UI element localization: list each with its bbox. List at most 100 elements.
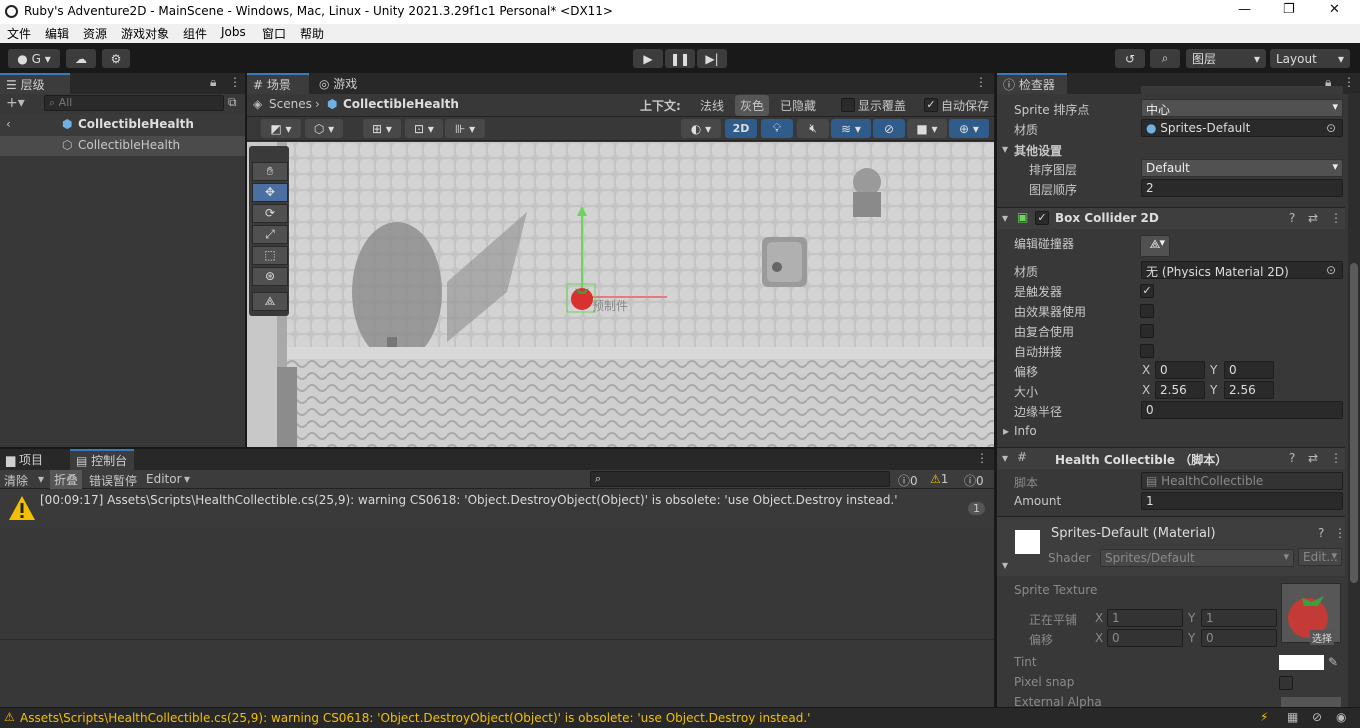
- more-icon[interactable]: ⋮: [1343, 75, 1355, 89]
- pixel-snap-checkbox[interactable]: [1279, 676, 1293, 690]
- custom-tool[interactable]: ⟁: [252, 292, 288, 311]
- edit-shader-button[interactable]: Edit...: [1298, 548, 1342, 566]
- help-icon[interactable]: ?: [1289, 211, 1295, 225]
- gizmos-dropdown[interactable]: ⊕ ▾: [949, 119, 989, 138]
- lighting-toggle[interactable]: 💡︎: [761, 119, 793, 138]
- more-icon[interactable]: ⋮: [229, 75, 241, 89]
- more-icon[interactable]: ⋮: [976, 451, 988, 465]
- menu-assets[interactable]: 资源: [83, 25, 107, 42]
- audio-toggle[interactable]: 🔇︎: [797, 119, 829, 138]
- sprite-pivot-dropdown[interactable]: 中心: [1141, 99, 1343, 117]
- collab-button[interactable]: ⚙: [102, 49, 130, 68]
- size-x-input[interactable]: 2.56: [1155, 381, 1205, 399]
- order-in-layer-input[interactable]: 2: [1141, 179, 1343, 197]
- menu-jobs[interactable]: Jobs: [221, 25, 246, 39]
- health-collectible-header[interactable]: ▾ # Health Collectible （脚本） ? ⇄ ⋮: [997, 447, 1345, 469]
- used-by-effector-checkbox[interactable]: [1140, 304, 1154, 318]
- grid-visibility-dropdown[interactable]: ⊡ ▾: [405, 119, 443, 138]
- shader-dropdown[interactable]: Sprites/Default: [1100, 549, 1294, 567]
- auto-tiling-checkbox[interactable]: [1140, 344, 1154, 358]
- play-button[interactable]: ▶: [633, 49, 663, 68]
- tab-console[interactable]: ▤ 控制台: [70, 449, 134, 470]
- offset-x-input[interactable]: 0: [1155, 361, 1205, 379]
- is-trigger-checkbox[interactable]: ✓: [1140, 284, 1154, 298]
- object-picker-icon[interactable]: ⊙: [1326, 121, 1336, 135]
- toggle-2d-button[interactable]: 2D: [725, 119, 757, 138]
- more-icon[interactable]: ⋮: [1330, 211, 1342, 225]
- scene-options-icon[interactable]: ⧉: [228, 95, 237, 110]
- move-tool[interactable]: ✥: [252, 183, 288, 202]
- rect-tool[interactable]: ⬚: [252, 246, 288, 265]
- rotate-tool[interactable]: ⟳: [252, 204, 288, 223]
- texture-offset-x-input[interactable]: 0: [1107, 629, 1183, 647]
- effects-dropdown[interactable]: ≋ ▾: [831, 119, 871, 138]
- transform-tool[interactable]: ⊛: [252, 267, 288, 286]
- tab-game[interactable]: ◎ 游戏: [313, 73, 373, 94]
- hierarchy-root-row[interactable]: ‹ ⬢ CollectibleHealth: [0, 114, 245, 136]
- search-button[interactable]: ⌕: [1150, 49, 1180, 68]
- maximize-button[interactable]: ❐: [1283, 2, 1295, 17]
- hand-tool[interactable]: ✋︎: [252, 162, 288, 181]
- status-message[interactable]: Assets\Scripts\HealthCollectible.cs(25,9…: [20, 711, 810, 725]
- overlay-checkbox[interactable]: [841, 98, 855, 112]
- menu-gameobject[interactable]: 游戏对象: [121, 25, 169, 42]
- menu-component[interactable]: 组件: [183, 25, 207, 42]
- scene-viewport[interactable]: 预制件 ✋︎ ✥ ⟳ ⤢ ⬚ ⊛ ⟁: [247, 142, 994, 447]
- external-alpha-slot[interactable]: [1281, 697, 1341, 707]
- cloud-button[interactable]: ☁: [66, 49, 96, 68]
- sorting-layer-dropdown[interactable]: Default: [1141, 159, 1343, 177]
- editor-dropdown[interactable]: Editor: [146, 472, 182, 486]
- object-picker-icon[interactable]: ⊙: [1326, 263, 1336, 277]
- physics-material-field[interactable]: 无 (Physics Material 2D): [1141, 261, 1343, 279]
- render-mode-dropdown[interactable]: ◐ ▾: [681, 119, 721, 138]
- used-by-composite-checkbox[interactable]: [1140, 324, 1154, 338]
- tint-color-swatch[interactable]: [1279, 655, 1324, 670]
- autosave-checkbox[interactable]: ✓: [924, 98, 938, 112]
- more-icon[interactable]: ⋮: [975, 75, 987, 89]
- back-icon[interactable]: ‹: [6, 117, 11, 131]
- mode-normal[interactable]: 法线: [700, 97, 724, 114]
- visibility-toggle[interactable]: ⊘: [873, 119, 905, 138]
- menu-edit[interactable]: 编辑: [45, 25, 69, 42]
- minimize-button[interactable]: —: [1238, 2, 1251, 17]
- layers-dropdown[interactable]: 图层 ▾: [1186, 49, 1266, 68]
- shading-dropdown[interactable]: ⬡ ▾: [305, 119, 343, 138]
- account-dropdown[interactable]: ● G ▾: [8, 49, 60, 68]
- select-texture-button[interactable]: 选择: [1310, 630, 1334, 645]
- layout-dropdown[interactable]: Layout ▾: [1270, 49, 1350, 68]
- menu-window[interactable]: 窗口: [262, 25, 286, 42]
- breadcrumb-prefab[interactable]: CollectibleHealth: [343, 97, 459, 111]
- scale-tool[interactable]: ⤢: [252, 225, 288, 244]
- chevron-down-icon[interactable]: ▾: [1002, 451, 1008, 465]
- mode-gray[interactable]: 灰色: [735, 95, 770, 116]
- error-count-toggle[interactable]: ⓘ0: [898, 472, 918, 489]
- grid-snap-dropdown[interactable]: ⊞ ▾: [363, 119, 401, 138]
- offset-y-input[interactable]: 0: [1224, 361, 1274, 379]
- other-settings-foldout[interactable]: 其他设置: [1014, 142, 1062, 159]
- material-field[interactable]: ● Sprites-Default: [1141, 119, 1343, 137]
- tab-scene[interactable]: # 场景: [247, 73, 309, 94]
- preset-icon[interactable]: ⇄: [1308, 451, 1318, 465]
- size-y-input[interactable]: 2.56: [1224, 381, 1274, 399]
- menu-file[interactable]: 文件: [7, 25, 31, 42]
- log-count-toggle[interactable]: ⓘ0: [964, 472, 984, 489]
- tab-project[interactable]: ▆ 项目: [0, 449, 52, 470]
- debug-icon[interactable]: ⚡: [1260, 710, 1268, 724]
- tab-inspector[interactable]: ⓘ 检查器: [997, 73, 1067, 94]
- chevron-down-icon[interactable]: ▾: [38, 472, 44, 486]
- collapse-button[interactable]: 折叠: [50, 470, 83, 489]
- console-log-entry[interactable]: [00:09:17] Assets\Scripts\HealthCollecti…: [0, 489, 994, 528]
- texture-offset-y-input[interactable]: 0: [1201, 629, 1277, 647]
- help-icon[interactable]: ?: [1318, 526, 1324, 540]
- chevron-down-icon[interactable]: ▾: [1002, 558, 1008, 572]
- history-button[interactable]: ↺: [1115, 49, 1145, 68]
- camera-dropdown[interactable]: ■ ▾: [907, 119, 947, 138]
- pause-button[interactable]: ❚❚: [665, 49, 695, 68]
- eyedropper-icon[interactable]: ✎: [1328, 655, 1338, 669]
- tiling-y-input[interactable]: 1: [1201, 609, 1277, 627]
- hierarchy-search-input[interactable]: ⌕ All: [44, 95, 224, 111]
- tiling-x-input[interactable]: 1: [1107, 609, 1183, 627]
- more-icon[interactable]: ⋮: [1330, 451, 1342, 465]
- close-button[interactable]: ✕: [1329, 2, 1340, 17]
- console-search-input[interactable]: ⌕: [590, 471, 890, 487]
